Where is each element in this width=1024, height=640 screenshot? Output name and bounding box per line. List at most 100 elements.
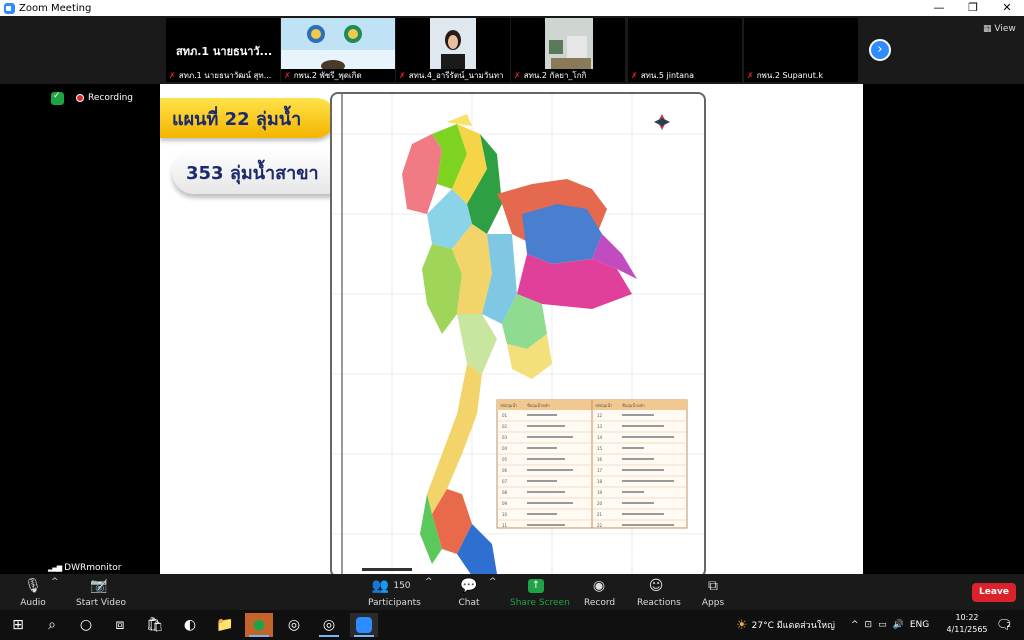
share-screen-icon: ↑ — [528, 579, 544, 593]
search-icon[interactable]: ⌕ — [38, 613, 66, 637]
video-off-icon: 📷̸ — [90, 578, 108, 594]
video-tile[interactable]: สทภ.1 นายธนาวั... ✗ สทภ.1 นายธนาวัฒน์ สุ… — [166, 18, 280, 82]
view-button[interactable]: ▦ View — [983, 24, 1016, 34]
minimize-button[interactable]: — — [922, 0, 956, 16]
task-view-icon[interactable]: ⧈ — [106, 613, 134, 637]
map-region — [457, 314, 497, 374]
legend-name-placeholder — [527, 469, 573, 471]
legend-name-placeholder — [527, 425, 565, 427]
participants-button[interactable]: 👥 150 Participants — [368, 577, 421, 608]
slide-subheading: 353 ลุ่มน้ำสาขา — [186, 163, 319, 184]
legend-name-placeholder — [622, 436, 674, 438]
legend-code: 17 — [597, 468, 603, 473]
participant-name-label: ✗ สทน.5 jintana — [628, 69, 698, 82]
legend-name-placeholder — [622, 524, 674, 526]
start-video-button[interactable]: 📷̸ Start Video — [76, 577, 126, 608]
audio-options-caret[interactable]: ^ — [51, 577, 59, 587]
map-region — [402, 134, 442, 214]
scale-bar — [362, 568, 412, 571]
legend-code: 18 — [597, 479, 603, 484]
signal-icon: ▂▄▆ — [48, 563, 62, 572]
video-tile[interactable]: ✗ สทน.4_อารีรัตน์_นามวันทา — [396, 18, 510, 82]
edge-icon[interactable]: ◐ — [176, 613, 204, 637]
map-region — [447, 114, 472, 126]
muted-mic-icon: ✗ — [514, 71, 521, 80]
legend-name-placeholder — [527, 447, 557, 449]
language-indicator[interactable]: ENG — [910, 620, 929, 630]
taskbar-clock[interactable]: 10:22 4/11/2565 — [945, 612, 989, 636]
video-strip: สทภ.1 นายธนาวั... ✗ สทภ.1 นายธนาวัฒน์ สุ… — [0, 16, 1024, 84]
zoom-taskbar-icon[interactable] — [350, 613, 378, 637]
muted-mic-icon: ✗ — [169, 71, 176, 80]
record-icon: ◉ — [592, 578, 606, 594]
legend-name-placeholder — [622, 425, 664, 427]
chat-options-caret[interactable]: ^ — [489, 577, 497, 587]
record-button[interactable]: ◉ Record — [584, 577, 615, 608]
legend-header: ชื่อลุ่มน้ำหลัก — [527, 401, 551, 409]
shield-icon[interactable] — [51, 91, 64, 105]
legend-header: ชื่อลุ่มน้ำหลัก — [622, 401, 646, 409]
windows-start-icon[interactable]: ⊞ — [4, 613, 32, 637]
legend-code: 16 — [597, 457, 603, 462]
weather-sun-icon: ☀ — [736, 617, 748, 633]
muted-mic-icon: ✗ — [284, 71, 291, 80]
legend-name-placeholder — [527, 480, 557, 482]
meeting-controls: 🎙 Audio ^ 📷̸ Start Video 👥 150 Participa… — [0, 574, 1024, 610]
video-tile[interactable]: ✗ สทน.2 กัลยา_โกกิ — [511, 18, 625, 82]
reactions-button[interactable]: ☺ Reactions — [637, 577, 681, 608]
chat-button[interactable]: 💬 Chat — [456, 577, 482, 608]
legend-code: 07 — [502, 479, 508, 484]
share-screen-button[interactable]: ↑ Share Screen — [510, 577, 570, 608]
chat-icon: 💬 — [460, 578, 478, 594]
recording-indicator[interactable]: Recording — [76, 93, 133, 103]
video-tile[interactable]: ✗ สทน.5 jintana — [628, 18, 742, 82]
restore-button[interactable]: ❐ — [956, 0, 990, 16]
cortana-icon[interactable]: ○ — [72, 613, 100, 637]
participants-options-caret[interactable]: ^ — [425, 577, 433, 587]
legend-name-placeholder — [527, 491, 565, 493]
legend-name-placeholder — [622, 469, 664, 471]
legend-name-placeholder — [527, 436, 573, 438]
legend-code: 11 — [502, 523, 508, 528]
legend-code: 10 — [502, 512, 508, 517]
map-frame: รหัสลุ่มน้ำ ชื่อลุ่มน้ำหลัก รหัสลุ่มน้ำ … — [330, 92, 706, 574]
display-icon[interactable]: ▭ — [878, 620, 887, 630]
video-tile[interactable]: ✗ กพน.2 พัชรี_พุดเกิด — [281, 18, 395, 82]
apps-icon: ⧉ — [708, 578, 718, 594]
legend-name-placeholder — [622, 458, 654, 460]
weather-widget[interactable]: ☀ 27°C มีแดดส่วนใหญ่ — [736, 611, 835, 639]
line-app-icon[interactable]: ● — [245, 613, 273, 637]
participant-name-label: ✗ กพน.2 พัชรี_พุดเกิด — [281, 69, 365, 82]
legend-code: 01 — [502, 413, 508, 418]
legend-name-placeholder — [622, 447, 644, 449]
legend-code: 03 — [502, 435, 508, 440]
next-page-button[interactable]: › — [869, 39, 891, 61]
legend-name-placeholder — [622, 480, 674, 482]
notification-button[interactable]: 🗨 2 — [996, 611, 1013, 639]
audio-button[interactable]: 🎙 Audio — [20, 577, 46, 608]
legend-code: 19 — [597, 490, 603, 495]
store-icon[interactable]: 🛍 — [141, 613, 169, 637]
video-tile[interactable]: ✗ กพน.2 Supanut.k — [744, 18, 858, 82]
shared-slide: แผนที่ 22 ลุ่มน้ำ 353 ลุ่มน้ำสาขา รหัสลุ… — [160, 84, 863, 574]
apps-button[interactable]: ⧉ Apps — [701, 577, 725, 608]
participant-video — [281, 18, 395, 69]
legend-code: 21 — [597, 512, 603, 517]
window-title-bar: Zoom Meeting — ❐ ✕ — [0, 0, 1024, 16]
volume-icon[interactable]: 🔊 — [893, 620, 904, 630]
chrome-icon[interactable]: ◎ — [280, 613, 308, 637]
file-explorer-icon[interactable]: 📁 — [211, 613, 239, 637]
legend-code: 09 — [502, 501, 508, 506]
leave-button[interactable]: Leave — [972, 583, 1016, 602]
chrome-profile-icon[interactable]: ◎ — [315, 613, 343, 637]
legend-name-placeholder — [527, 414, 557, 416]
legend-header: รหัสลุ่มน้ำ — [595, 401, 612, 409]
participant-name-label: ✗ สทน.2 กัลยา_โกกิ — [511, 69, 590, 82]
close-button[interactable]: ✕ — [990, 0, 1024, 16]
legend-name-placeholder — [527, 524, 565, 526]
chevron-up-icon[interactable]: ^ — [851, 620, 859, 630]
compass-icon — [654, 114, 670, 130]
network-icon[interactable]: ⊡ — [865, 620, 873, 630]
slide-subheading-banner: 353 ลุ่มน้ำสาขา — [172, 150, 352, 194]
participants-icon: 👥 — [371, 578, 389, 594]
